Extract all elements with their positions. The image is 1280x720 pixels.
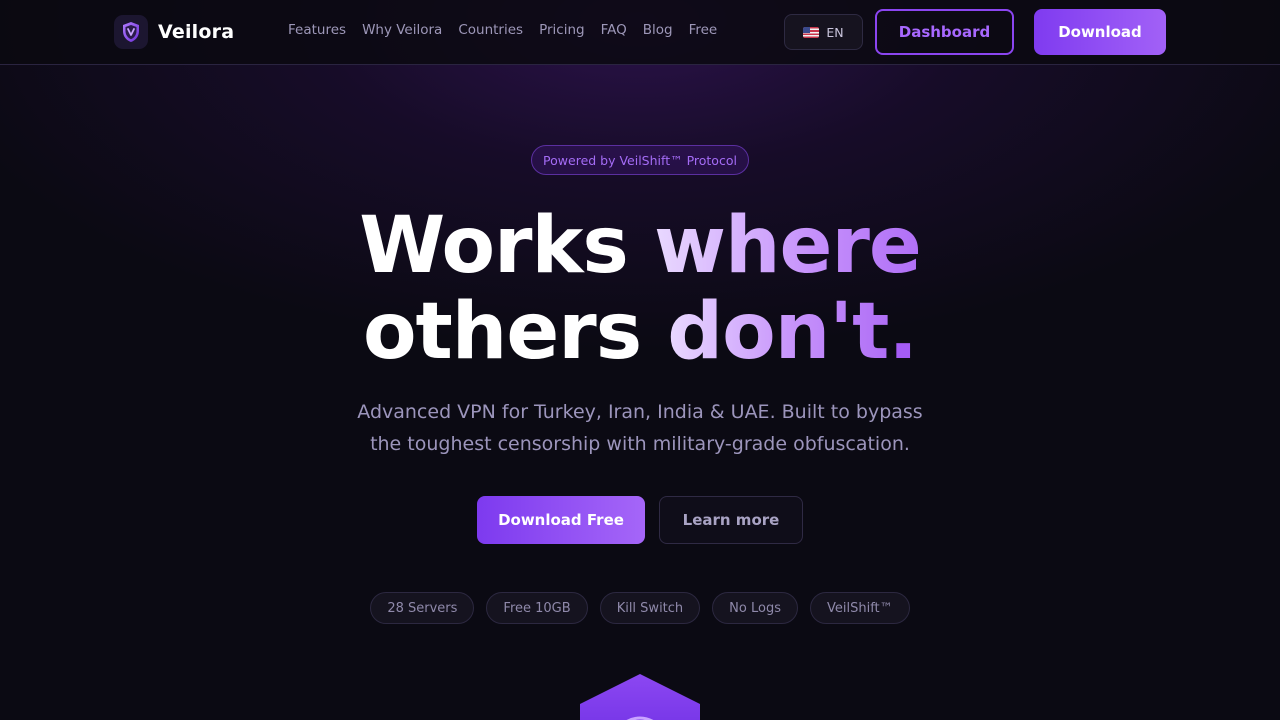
hexagon-emblem-icon bbox=[580, 674, 700, 720]
feature-pill-veilshift: VeilShift™ bbox=[809, 592, 910, 624]
feature-pill-free-10gb: Free 10GB bbox=[486, 592, 588, 624]
us-flag-icon bbox=[803, 26, 820, 38]
brand-home-link[interactable]: Veilora bbox=[114, 15, 234, 49]
headline-line-1: Works where bbox=[0, 203, 1280, 289]
download-button[interactable]: Download bbox=[1034, 9, 1166, 55]
nav-link-free[interactable]: Free bbox=[689, 22, 718, 38]
learn-more-button[interactable]: Learn more bbox=[659, 496, 803, 544]
headline-word-where: where bbox=[653, 201, 922, 291]
headline-dot: . bbox=[888, 287, 918, 377]
nav-link-why-veilora[interactable]: Why Veilora bbox=[362, 22, 442, 38]
protocol-badge: Powered by VeilShift™ Protocol bbox=[531, 145, 749, 175]
feature-pills: 28 Servers Free 10GB Kill Switch No Logs… bbox=[0, 592, 1280, 624]
feature-pill-kill-switch: Kill Switch bbox=[599, 592, 701, 624]
headline-word-others: others bbox=[362, 287, 642, 377]
shield-icon bbox=[114, 15, 148, 49]
headline-word-dont: don't bbox=[667, 287, 889, 377]
headline-word-works: Works bbox=[359, 201, 629, 291]
headline-line-2: others don't. bbox=[0, 289, 1280, 375]
nav-link-features[interactable]: Features bbox=[288, 22, 346, 38]
hero-subtitle: Advanced VPN for Turkey, Iran, India & U… bbox=[357, 401, 923, 455]
landing-page: Veilora Features Why Veilora Countries P… bbox=[0, 0, 1280, 720]
top-navbar: Veilora Features Why Veilora Countries P… bbox=[0, 0, 1280, 65]
main-nav: Features Why Veilora Countries Pricing F… bbox=[288, 22, 717, 38]
language-code: EN bbox=[826, 24, 844, 40]
nav-link-faq[interactable]: FAQ bbox=[601, 22, 627, 38]
language-selector[interactable]: EN bbox=[784, 14, 863, 50]
dashboard-button[interactable]: Dashboard bbox=[875, 9, 1014, 55]
brand-name: Veilora bbox=[158, 21, 235, 43]
nav-link-countries[interactable]: Countries bbox=[458, 22, 523, 38]
feature-pill-no-logs: No Logs bbox=[712, 592, 798, 624]
hero-headline: Works where others don't. bbox=[0, 203, 1280, 375]
nav-link-pricing[interactable]: Pricing bbox=[539, 22, 585, 38]
nav-link-blog[interactable]: Blog bbox=[643, 22, 673, 38]
download-free-button[interactable]: Download Free bbox=[477, 496, 645, 544]
feature-pill-servers: 28 Servers bbox=[370, 592, 475, 624]
